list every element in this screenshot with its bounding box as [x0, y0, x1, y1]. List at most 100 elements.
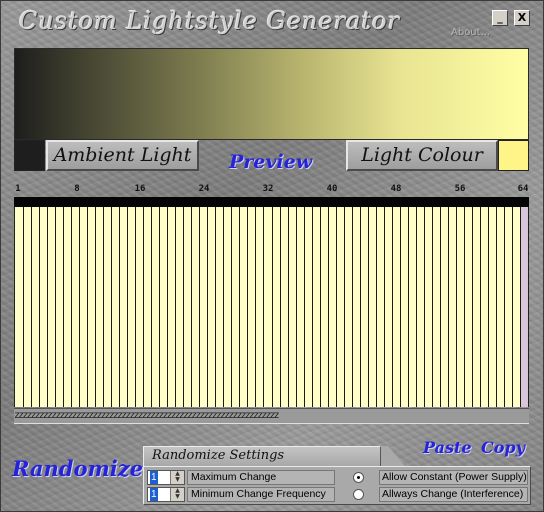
frame-divider: [336, 207, 337, 407]
frame-divider: [504, 207, 505, 407]
paste-button[interactable]: Paste: [423, 438, 472, 457]
frame-divider: [263, 207, 264, 407]
frame-divider: [55, 207, 56, 407]
frame-divider: [159, 207, 160, 407]
frame-bars-editor[interactable]: [14, 207, 529, 407]
ambient-light-button[interactable]: Ambient Light: [46, 140, 199, 171]
randomize-settings-header: Randomize Settings: [143, 446, 381, 466]
frame-ruler: 1 8 16 24 32 40 48 56 64: [14, 184, 529, 196]
light-color-swatch[interactable]: [498, 140, 529, 171]
frame-divider: [384, 207, 385, 407]
frame-divider: [280, 207, 281, 407]
frame-divider: [239, 207, 240, 407]
frame-divider: [47, 207, 48, 407]
frame-divider: [31, 207, 32, 407]
ruler-tick: 32: [262, 184, 274, 194]
stepper-arrows-icon[interactable]: ▲ ▼: [170, 471, 184, 484]
maximum-change-stepper[interactable]: 1 ▲ ▼: [147, 470, 185, 485]
stepper-arrows-icon[interactable]: ▲ ▼: [170, 488, 184, 501]
frame-divider: [199, 207, 200, 407]
frame-divider: [87, 207, 88, 407]
frame-divider: [135, 207, 136, 407]
frame-divider: [320, 207, 321, 407]
ruler-tick: 56: [454, 184, 466, 194]
frame-divider: [103, 207, 104, 407]
frame-divider: [255, 207, 256, 407]
frame-divider: [151, 207, 152, 407]
frame-divider: [207, 207, 208, 407]
allow-constant-label[interactable]: Allow Constant (Power Supply): [379, 470, 528, 485]
frame-divider: [360, 207, 361, 407]
frame-divider: [440, 207, 441, 407]
frame-divider: [312, 207, 313, 407]
frame-divider: [175, 207, 176, 407]
lightstyle-pattern-string[interactable]: zzzzzzzzzzzzzzzzzzzzzzzzzzzzzzzzzzzzzzzz…: [14, 408, 529, 424]
frame-divider: [119, 207, 120, 407]
frame-divider: [512, 207, 513, 407]
frame-header-bar: [14, 197, 529, 207]
frame-divider: [432, 207, 433, 407]
frame-divider: [304, 207, 305, 407]
randomize-settings-panel: 1 ▲ ▼ Maximum Change Allow Constant (Powe…: [143, 466, 531, 505]
frame-divider: [183, 207, 184, 407]
frame-divider: [288, 207, 289, 407]
randomize-button[interactable]: Randomize: [12, 456, 143, 481]
frame-divider: [520, 207, 521, 407]
ruler-tick: 24: [198, 184, 210, 194]
allways-change-label[interactable]: Allways Change (Interference): [379, 487, 528, 502]
frame-divider: [167, 207, 168, 407]
ruler-tick: 1: [15, 184, 21, 194]
frame-divider: [63, 207, 64, 407]
about-link[interactable]: About...: [451, 27, 490, 38]
frame-divider: [472, 207, 473, 407]
frame-divider: [400, 207, 401, 407]
settings-tab-slope: [381, 446, 405, 466]
minimize-button[interactable]: _: [492, 10, 508, 26]
frame-divider: [23, 207, 24, 407]
frame-divider: [424, 207, 425, 407]
ruler-tick: 8: [74, 184, 80, 194]
ruler-tick: 40: [326, 184, 338, 194]
allow-constant-radio[interactable]: [353, 472, 364, 483]
frame-divider: [344, 207, 345, 407]
ruler-tick: 48: [390, 184, 402, 194]
frame-divider: [488, 207, 489, 407]
ruler-tick: 16: [134, 184, 146, 194]
window-title: Custom Lightstyle Generator: [19, 7, 401, 35]
frame-divider: [456, 207, 457, 407]
frame-divider: [368, 207, 369, 407]
preview-button[interactable]: Preview: [229, 151, 312, 173]
frame-divider: [416, 207, 417, 407]
frame-divider: [231, 207, 232, 407]
lightstyle-generator-window: Custom Lightstyle Generator About... _ X…: [0, 0, 544, 512]
light-colour-button[interactable]: Light Colour: [346, 140, 498, 171]
frame-divider: [95, 207, 96, 407]
frame-divider: [223, 207, 224, 407]
frame-divider: [448, 207, 449, 407]
ruler-tick: 64: [517, 184, 529, 194]
frame-divider: [191, 207, 192, 407]
frame-divider: [39, 207, 40, 407]
maximum-change-value[interactable]: 1: [150, 471, 158, 484]
frame-divider: [392, 207, 393, 407]
frame-divider: [496, 207, 497, 407]
ambient-color-swatch[interactable]: [14, 140, 45, 171]
frame-divider: [111, 207, 112, 407]
frame-divider: [272, 207, 273, 407]
close-button[interactable]: X: [514, 10, 530, 26]
min-change-frequency-value[interactable]: 1: [150, 488, 158, 501]
frame-divider: [79, 207, 80, 407]
min-change-frequency-stepper[interactable]: 1 ▲ ▼: [147, 487, 185, 502]
frame-divider: [215, 207, 216, 407]
maximum-change-label: Maximum Change: [187, 470, 335, 485]
copy-button[interactable]: Copy: [481, 438, 525, 457]
frame-divider: [352, 207, 353, 407]
frame-divider: [127, 207, 128, 407]
frame-divider: [247, 207, 248, 407]
allways-change-radio[interactable]: [353, 489, 364, 500]
frame-divider: [376, 207, 377, 407]
selected-frame-column: [521, 207, 528, 407]
min-change-frequency-label: Minimum Change Frequency: [187, 487, 335, 502]
frame-divider: [480, 207, 481, 407]
frame-divider: [408, 207, 409, 407]
